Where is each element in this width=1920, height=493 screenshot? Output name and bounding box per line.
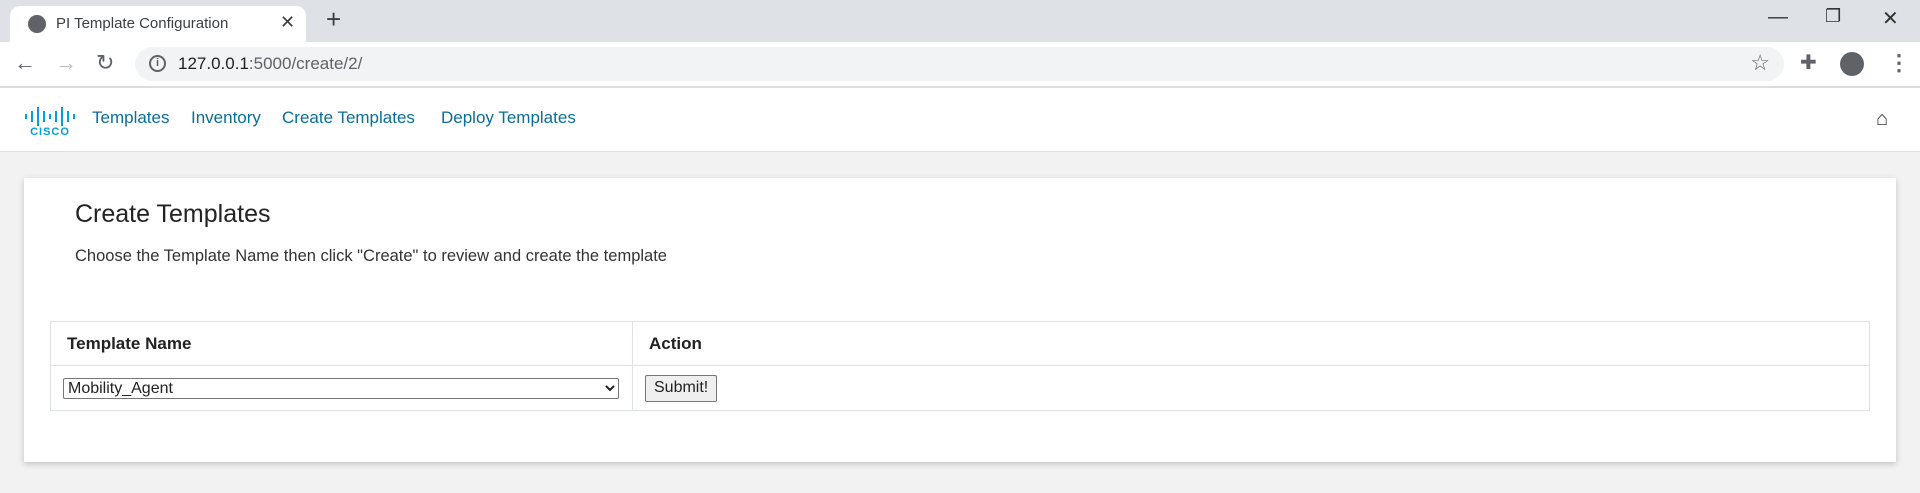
- tab-title: PI Template Configuration: [56, 15, 229, 32]
- tab-strip: PI Template Configuration ✕ + — ❐ ✕: [0, 0, 1920, 42]
- browser-toolbar: ← → ↻ i 127.0.0.1:5000/create/2/ ☆ ✚ ⋮: [0, 42, 1920, 88]
- svg-text:CISCO: CISCO: [30, 126, 70, 136]
- info-icon[interactable]: i: [149, 55, 166, 72]
- globe-icon: [28, 15, 46, 33]
- cisco-logo[interactable]: CISCO: [24, 106, 76, 136]
- forward-icon[interactable]: →: [55, 50, 77, 76]
- reload-icon[interactable]: ↻: [96, 50, 114, 76]
- restore-icon[interactable]: ❐: [1825, 6, 1841, 27]
- close-tab-icon[interactable]: ✕: [280, 12, 295, 33]
- address-bar[interactable]: i 127.0.0.1:5000/create/2/ ☆: [135, 47, 1784, 81]
- extensions-icon[interactable]: ✚: [1800, 50, 1817, 75]
- browser-tab[interactable]: PI Template Configuration ✕: [10, 6, 306, 42]
- header-action: Action: [632, 321, 1870, 366]
- table-row: Mobility_Agent Submit!: [50, 365, 1870, 411]
- page-instructions: Choose the Template Name then click "Cre…: [75, 247, 667, 265]
- template-table: Template Name Action Mobility_Agent Subm…: [50, 321, 1870, 411]
- content-card: Create Templates Choose the Template Nam…: [24, 178, 1896, 462]
- table-header-row: Template Name Action: [50, 321, 1870, 366]
- app-navbar: CISCO Templates Inventory Create Templat…: [0, 88, 1920, 152]
- minimize-icon[interactable]: —: [1768, 6, 1788, 29]
- home-icon[interactable]: ⌂: [1876, 108, 1888, 131]
- nav-create-templates[interactable]: Create Templates: [282, 108, 415, 128]
- back-icon[interactable]: ←: [14, 50, 36, 76]
- submit-button[interactable]: Submit!: [645, 374, 718, 402]
- template-select[interactable]: Mobility_Agent: [63, 377, 619, 399]
- nav-deploy-templates[interactable]: Deploy Templates: [441, 108, 576, 128]
- close-window-icon[interactable]: ✕: [1882, 6, 1899, 31]
- header-template-name: Template Name: [50, 321, 633, 366]
- new-tab-button[interactable]: +: [326, 4, 341, 35]
- bookmark-star-icon[interactable]: ☆: [1750, 50, 1770, 76]
- nav-inventory[interactable]: Inventory: [191, 108, 261, 128]
- url-text: 127.0.0.1:5000/create/2/: [178, 54, 363, 73]
- page-title: Create Templates: [75, 200, 271, 228]
- nav-templates[interactable]: Templates: [92, 108, 169, 128]
- menu-icon[interactable]: ⋮: [1888, 50, 1910, 76]
- profile-icon[interactable]: [1840, 52, 1864, 76]
